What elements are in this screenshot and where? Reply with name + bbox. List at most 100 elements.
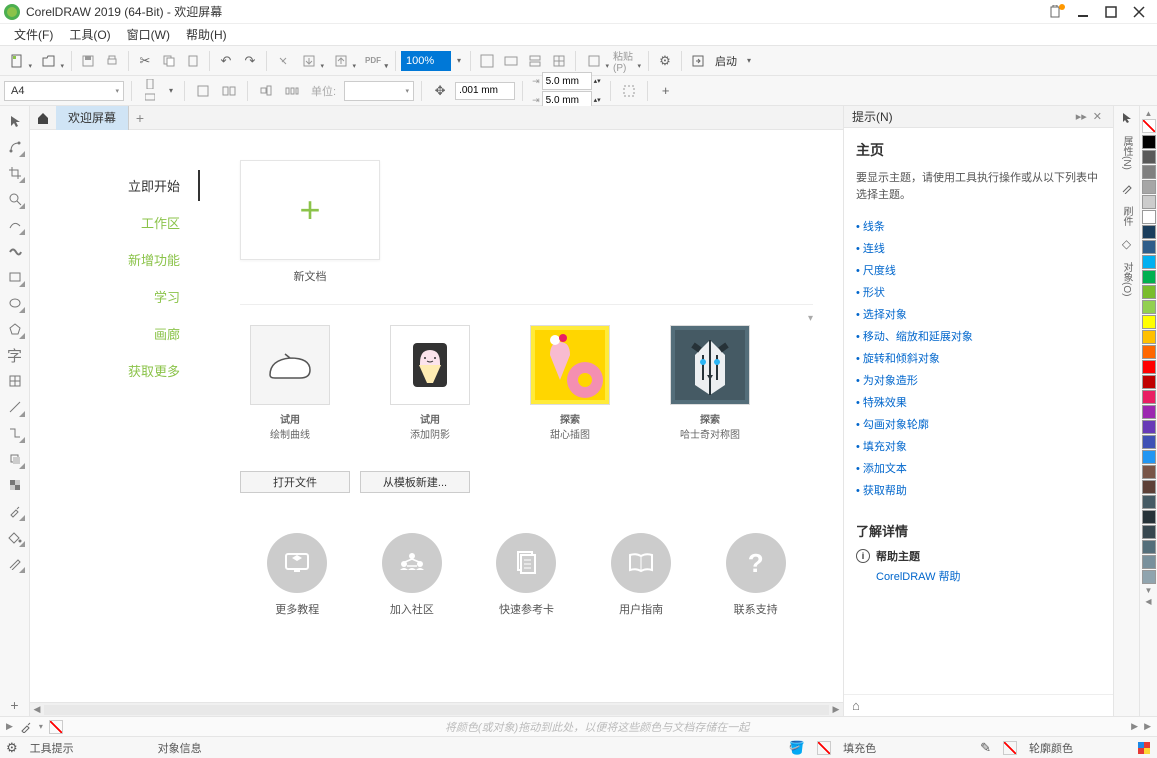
- undo-button[interactable]: ↶: [215, 50, 237, 72]
- outline-swatch[interactable]: [1003, 741, 1017, 755]
- docker-properties-tab[interactable]: 属性(N): [1117, 132, 1136, 174]
- color-swatch-16[interactable]: [1142, 375, 1156, 389]
- template-card-0[interactable]: 试用 绘制曲线: [240, 325, 340, 441]
- hints-collapse-icon[interactable]: ▸▸: [1073, 110, 1090, 123]
- open-button[interactable]: [36, 50, 66, 72]
- orientation-landscape[interactable]: [139, 91, 161, 103]
- palette-up-arrow[interactable]: ▲: [1144, 108, 1154, 119]
- color-swatch-15[interactable]: [1142, 360, 1156, 374]
- color-swatch-0[interactable]: [1142, 135, 1156, 149]
- template-card-1[interactable]: 试用 添加阴影: [380, 325, 480, 441]
- hint-link-2[interactable]: 尺度线: [856, 259, 1101, 281]
- orientation-dropdown[interactable]: ▾: [165, 80, 177, 102]
- nav-gallery[interactable]: 画廊: [30, 318, 200, 349]
- color-swatch-5[interactable]: [1142, 210, 1156, 224]
- treat-as-filled-button[interactable]: [618, 80, 640, 102]
- tab-welcome[interactable]: 欢迎屏幕: [56, 106, 129, 130]
- fill-swatch[interactable]: [817, 741, 831, 755]
- export-button[interactable]: [328, 50, 358, 72]
- distribute-button[interactable]: [281, 80, 303, 102]
- docker-brush-tab[interactable]: 刷件: [1117, 202, 1136, 230]
- palette-flyout-arrow[interactable]: ◀: [1144, 596, 1152, 607]
- color-swatch-24[interactable]: [1142, 495, 1156, 509]
- polygon-tool[interactable]: [4, 318, 26, 340]
- resource-quickref[interactable]: 快速参考卡: [496, 533, 556, 617]
- docker-objects-tab[interactable]: 对象(O): [1117, 258, 1136, 300]
- docker-brush-icon[interactable]: [1119, 180, 1135, 196]
- freehand-tool[interactable]: [4, 214, 26, 236]
- nudge-input[interactable]: [455, 82, 515, 100]
- units-combo[interactable]: [344, 81, 414, 101]
- no-color-swatch[interactable]: [1142, 119, 1156, 133]
- palette-left-arrow[interactable]: ▶: [6, 721, 13, 732]
- resource-support[interactable]: ?联系支持: [726, 533, 786, 617]
- import-button[interactable]: [296, 50, 326, 72]
- hint-link-5[interactable]: 移动、缩放和延展对象: [856, 325, 1101, 347]
- table-tool[interactable]: [4, 370, 26, 392]
- toolbox-add[interactable]: +: [4, 694, 26, 716]
- color-swatch-8[interactable]: [1142, 255, 1156, 269]
- launch-icon[interactable]: [687, 50, 709, 72]
- publish-pdf-button[interactable]: PDF: [360, 50, 390, 72]
- fill-icon[interactable]: 🪣: [789, 740, 805, 756]
- crop-tool[interactable]: [4, 162, 26, 184]
- color-swatch-1[interactable]: [1142, 150, 1156, 164]
- color-swatch-18[interactable]: [1142, 405, 1156, 419]
- pick-tool[interactable]: [4, 110, 26, 132]
- orientation-portrait[interactable]: [139, 78, 161, 90]
- grid-button[interactable]: [548, 50, 570, 72]
- hint-link-4[interactable]: 选择对象: [856, 303, 1101, 325]
- text-tool[interactable]: 字: [4, 344, 26, 366]
- color-swatch-7[interactable]: [1142, 240, 1156, 254]
- zoom-dropdown[interactable]: ▾: [453, 50, 465, 72]
- color-swatch-27[interactable]: [1142, 540, 1156, 554]
- color-swatch-28[interactable]: [1142, 555, 1156, 569]
- hint-link-3[interactable]: 形状: [856, 281, 1101, 303]
- hint-link-9[interactable]: 勾画对象轮廓: [856, 413, 1101, 435]
- hint-link-8[interactable]: 特殊效果: [856, 391, 1101, 413]
- new-button[interactable]: [4, 50, 34, 72]
- nav-learning[interactable]: 学习: [30, 281, 200, 312]
- template-card-3[interactable]: 探索 哈士奇对称图: [660, 325, 760, 441]
- horizontal-scrollbar[interactable]: ◀▶: [30, 702, 843, 716]
- color-swatch-3[interactable]: [1142, 180, 1156, 194]
- redo-button[interactable]: ↷: [239, 50, 261, 72]
- color-swatch-17[interactable]: [1142, 390, 1156, 404]
- launch-dropdown[interactable]: ▾: [743, 50, 755, 72]
- print-button[interactable]: [101, 50, 123, 72]
- notifications-icon[interactable]: [1041, 2, 1069, 22]
- page-layout-button[interactable]: [192, 80, 214, 102]
- status-gear-icon[interactable]: ⚙: [6, 740, 18, 756]
- rectangle-tool[interactable]: [4, 266, 26, 288]
- resource-tutorials[interactable]: 更多教程: [267, 533, 327, 617]
- color-swatch-4[interactable]: [1142, 195, 1156, 209]
- color-swatch-26[interactable]: [1142, 525, 1156, 539]
- menu-help[interactable]: 帮助(H): [178, 26, 235, 43]
- page-size-combo[interactable]: A4: [4, 81, 124, 101]
- align-button[interactable]: [255, 80, 277, 102]
- color-swatch-25[interactable]: [1142, 510, 1156, 524]
- palette-down-arrow[interactable]: ▼: [1144, 585, 1154, 596]
- snap-button[interactable]: [581, 50, 611, 72]
- color-swatch-10[interactable]: [1142, 285, 1156, 299]
- status-color-proof-icon[interactable]: [1137, 741, 1151, 755]
- hints-home-icon[interactable]: ⌂: [852, 698, 860, 713]
- color-swatch-12[interactable]: [1142, 315, 1156, 329]
- hints-close-icon[interactable]: ✕: [1090, 110, 1105, 123]
- hint-link-7[interactable]: 为对象造形: [856, 369, 1101, 391]
- shape-tool[interactable]: [4, 136, 26, 158]
- color-swatch-23[interactable]: [1142, 480, 1156, 494]
- hint-link-12[interactable]: 获取帮助: [856, 479, 1101, 501]
- close-button[interactable]: [1125, 2, 1153, 22]
- color-swatch-22[interactable]: [1142, 465, 1156, 479]
- color-swatch-29[interactable]: [1142, 570, 1156, 584]
- nav-get-started[interactable]: 立即开始: [30, 170, 200, 201]
- options-button[interactable]: ⚙: [654, 50, 676, 72]
- fill-tool[interactable]: [4, 526, 26, 548]
- hint-link-0[interactable]: 线条: [856, 215, 1101, 237]
- coreldraw-help-link[interactable]: CorelDRAW 帮助: [856, 568, 1101, 584]
- ellipse-tool[interactable]: [4, 292, 26, 314]
- nav-whats-new[interactable]: 新增功能: [30, 244, 200, 275]
- duplicate-x-input[interactable]: [542, 72, 592, 90]
- outline-icon[interactable]: ✎: [980, 740, 991, 756]
